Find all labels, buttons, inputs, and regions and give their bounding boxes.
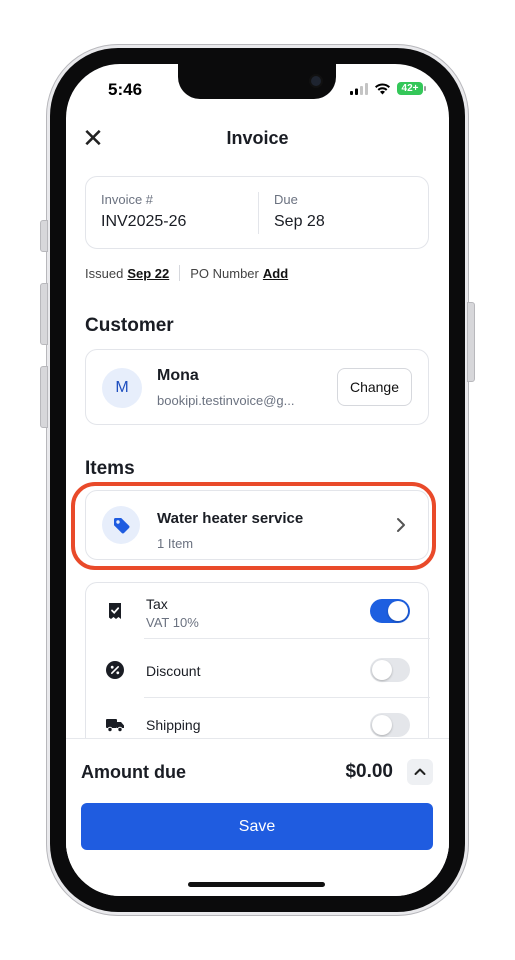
issued-label: Issued <box>85 265 124 281</box>
header: ✕ Invoice <box>66 119 449 157</box>
toggle-knob <box>372 715 392 735</box>
customer-card[interactable]: M Mona bookipi.testinvoice@g... Change <box>85 349 429 425</box>
chevron-up-icon <box>414 768 426 775</box>
battery-icon: 42+ <box>397 82 426 95</box>
chevron-right-icon <box>397 518 405 532</box>
tag-icon-container <box>102 506 140 544</box>
change-customer-button[interactable]: Change <box>336 368 412 406</box>
divider <box>258 192 259 234</box>
truck-icon <box>106 719 124 733</box>
tax-label: Tax <box>146 596 168 612</box>
footer-bar: Amount due $0.00 Save <box>66 739 449 896</box>
volume-up-button <box>40 283 48 345</box>
item-count: 1 Item <box>157 536 194 551</box>
invoice-number-label: Invoice # <box>101 192 154 207</box>
discount-toggle[interactable] <box>370 658 410 682</box>
invoice-number-value: INV2025-26 <box>101 213 187 230</box>
home-indicator <box>188 882 325 887</box>
page-title: Invoice <box>226 128 289 148</box>
wifi-icon <box>375 82 390 94</box>
discount-row[interactable]: Discount <box>86 642 430 698</box>
camera-icon <box>311 76 321 86</box>
divider <box>144 638 430 639</box>
shipping-toggle[interactable] <box>370 713 410 737</box>
power-button <box>467 302 475 382</box>
toggle-knob <box>372 660 392 680</box>
shipping-label: Shipping <box>146 717 201 733</box>
po-number-label: PO Number <box>190 265 259 281</box>
customer-email: bookipi.testinvoice@g... <box>157 393 295 408</box>
invoice-meta: Issued Sep 22 PO Number Add <box>85 265 288 281</box>
percent-icon <box>106 661 124 679</box>
avatar: M <box>102 368 142 408</box>
receipt-icon <box>109 603 121 619</box>
tag-icon <box>114 518 130 534</box>
due-value: Sep 28 <box>274 213 325 230</box>
amount-due-value: $0.00 <box>345 761 393 782</box>
due-date-field[interactable]: Due Sep 28 <box>274 192 325 231</box>
amount-due-label: Amount due <box>81 762 186 782</box>
tax-rate: VAT 10% <box>146 615 199 630</box>
tax-row[interactable]: Tax VAT 10% <box>86 583 430 639</box>
invoice-options-card: Tax VAT 10% Discount Shipping <box>85 582 430 752</box>
meta-divider <box>179 265 181 281</box>
items-section-title: Items <box>85 458 135 479</box>
tax-toggle[interactable] <box>370 599 410 623</box>
item-name: Water heater service <box>157 510 304 527</box>
due-label: Due <box>274 192 298 207</box>
status-time: 5:46 <box>108 80 143 99</box>
item-row[interactable]: Water heater service 1 Item <box>85 490 429 560</box>
customer-section-title: Customer <box>85 315 174 336</box>
invoice-number-field[interactable]: Invoice # INV2025-26 <box>101 192 186 231</box>
screen: 5:46 42+ ✕ Invoice Invoice # INV2025-26 … <box>66 64 449 896</box>
mute-switch <box>40 220 48 252</box>
customer-name: Mona <box>157 367 199 384</box>
invoice-details-card[interactable]: Invoice # INV2025-26 Due Sep 28 <box>85 176 429 249</box>
issued-date-link[interactable]: Sep 22 <box>127 266 169 281</box>
add-po-number-link[interactable]: Add <box>263 266 288 281</box>
save-button[interactable]: Save <box>81 803 433 850</box>
volume-down-button <box>40 366 48 428</box>
status-icons: 42+ <box>350 82 426 95</box>
notch <box>178 64 336 99</box>
signal-icon <box>350 82 368 95</box>
expand-summary-button[interactable] <box>407 759 433 785</box>
toggle-knob <box>388 601 408 621</box>
discount-label: Discount <box>146 663 201 679</box>
